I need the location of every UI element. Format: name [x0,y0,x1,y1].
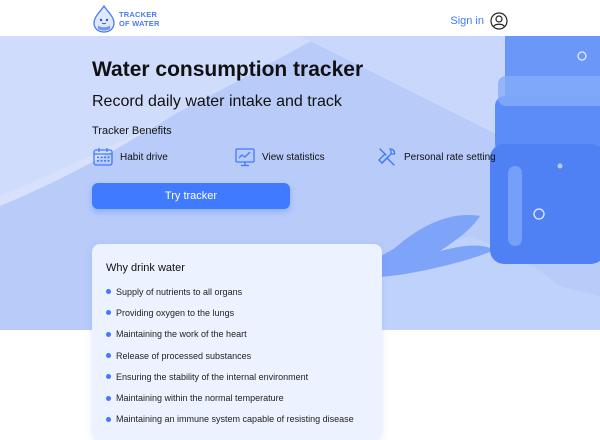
logo-text: TRACKER OF WATER [119,10,160,28]
benefit-habit-drive: Habit drive [92,146,168,168]
bullet-icon [106,331,111,337]
bullet-icon [106,416,111,422]
water-drop-logo-icon [93,5,115,33]
try-tracker-button[interactable]: Try tracker [92,183,290,209]
page-subtitle: Record daily water intake and track [92,93,342,110]
statistics-icon [235,148,255,167]
list-item-label: Release of processed substances [116,350,252,361]
list-item-label: Providing oxygen to the lungs [116,307,235,318]
logo-line-1: TRACKER [119,10,158,19]
list-item-label: Supply of nutrients to all organs [116,286,243,297]
user-icon[interactable] [490,12,508,30]
why-drink-water-card: Why drink water Supply of nutrients to a… [92,244,382,440]
page-title: Water consumption tracker [92,58,364,81]
logo-line-2: OF WATER [119,19,160,28]
signin-link[interactable]: Sign in [450,12,508,30]
list-item-label: Maintaining an immune system capable of … [116,414,354,425]
list-item: Maintaining an immune system capable of … [106,409,368,430]
reasons-list: Supply of nutrients to all organs Provid… [106,281,368,430]
list-item: Providing oxygen to the lungs [106,302,368,323]
list-item-label: Ensuring the stability of the internal e… [116,371,309,382]
tools-icon [378,148,396,166]
bullet-icon [106,353,111,359]
list-item: Supply of nutrients to all organs [106,281,368,302]
bullet-icon [106,374,111,380]
list-item: Maintaining the work of the heart [106,324,368,345]
benefit-personal-rate: Personal rate setting [376,146,496,168]
benefit-label: View statistics [262,151,325,163]
signin-label[interactable]: Sign in [450,15,484,27]
list-item: Maintaining within the normal temperatur… [106,387,368,408]
list-item: Release of processed substances [106,345,368,366]
benefits-title: Tracker Benefits [92,125,172,137]
top-header: TRACKER OF WATER Sign in [0,0,600,36]
benefit-view-statistics: View statistics [234,146,325,168]
list-item-label: Maintaining within the normal temperatur… [116,393,284,404]
calendar-icon [93,148,113,166]
card-title: Why drink water [106,262,185,274]
bullet-icon [106,395,111,401]
logo[interactable]: TRACKER OF WATER [92,5,160,33]
benefit-label: Personal rate setting [404,151,496,163]
benefit-label: Habit drive [120,151,168,163]
bullet-icon [106,310,111,316]
list-item-label: Maintaining the work of the heart [116,329,247,340]
list-item: Ensuring the stability of the internal e… [106,366,368,387]
bullet-icon [106,289,111,295]
